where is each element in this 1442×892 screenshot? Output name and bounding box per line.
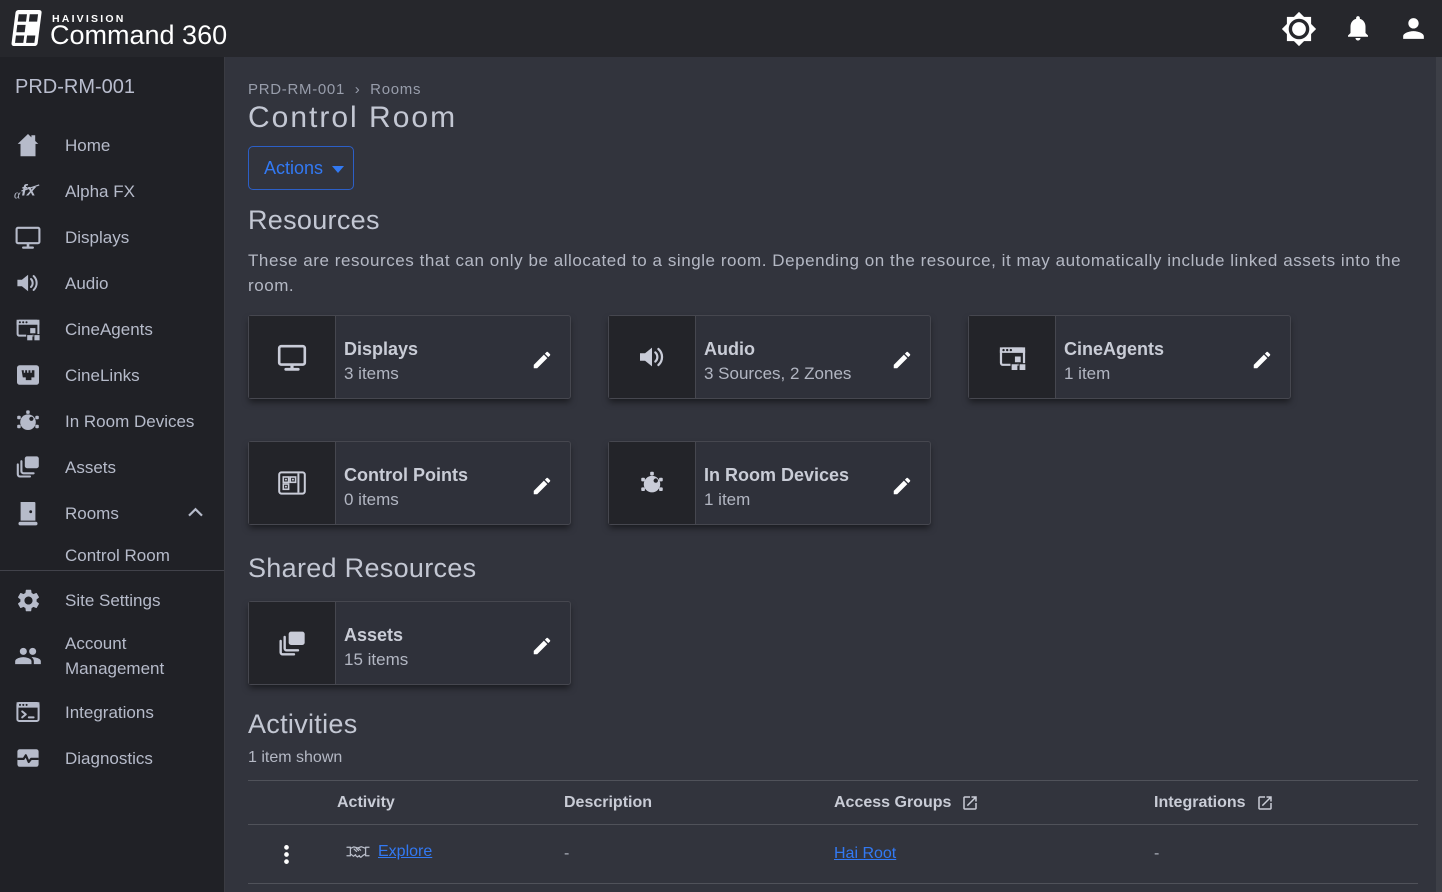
svg-text:α: α [14, 187, 21, 201]
svg-text:fx: fx [21, 183, 36, 200]
